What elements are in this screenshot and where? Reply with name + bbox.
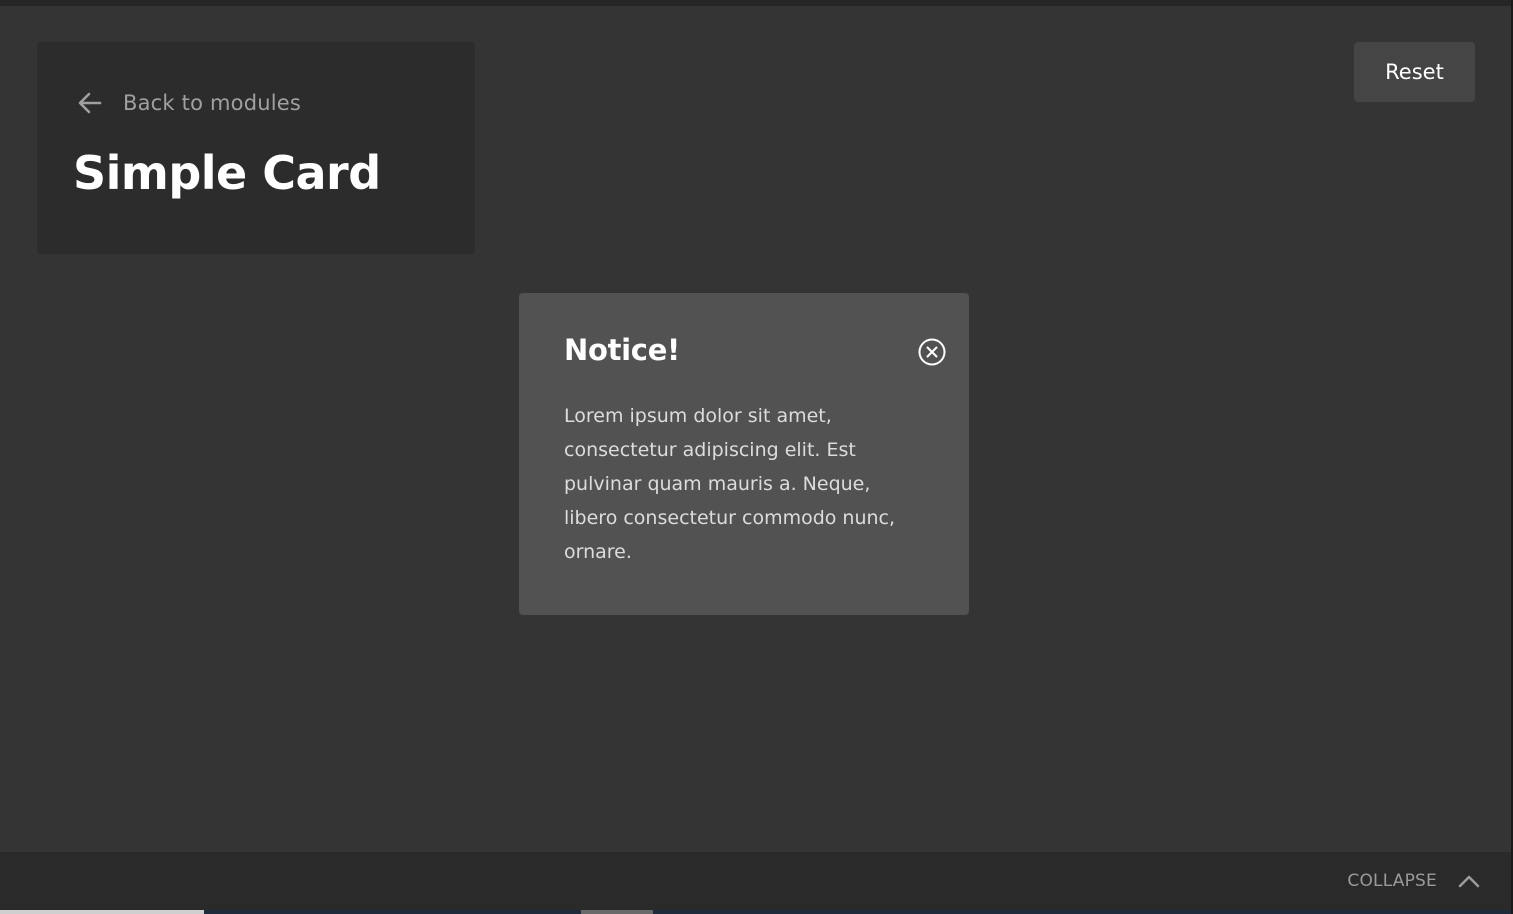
notice-card: Notice! Lorem ipsum dolor sit amet, cons… [519,293,969,615]
footer-bar: COLLAPSE [0,852,1511,910]
back-to-modules-label: Back to modules [123,91,302,115]
bottom-strip-segment [0,910,204,914]
page-title: Simple Card [73,146,381,200]
bottom-strip-segment [581,910,653,914]
arrow-left-icon [75,88,105,118]
collapse-toggle[interactable]: COLLAPSE [1347,852,1481,910]
close-button[interactable] [917,337,947,367]
notice-title: Notice! [564,333,680,367]
close-circle-icon [918,338,946,366]
back-to-modules-link[interactable]: Back to modules [75,88,301,118]
main-area: Back to modules Simple Card Reset Notice… [0,6,1511,852]
reset-button[interactable]: Reset [1354,42,1475,102]
header-card: Back to modules Simple Card [37,42,475,254]
chevron-up-icon [1458,875,1480,888]
bottom-progress-strip [0,910,1511,914]
notice-body: Lorem ipsum dolor sit amet, consectetur … [564,405,896,563]
collapse-label: COLLAPSE [1347,871,1437,891]
